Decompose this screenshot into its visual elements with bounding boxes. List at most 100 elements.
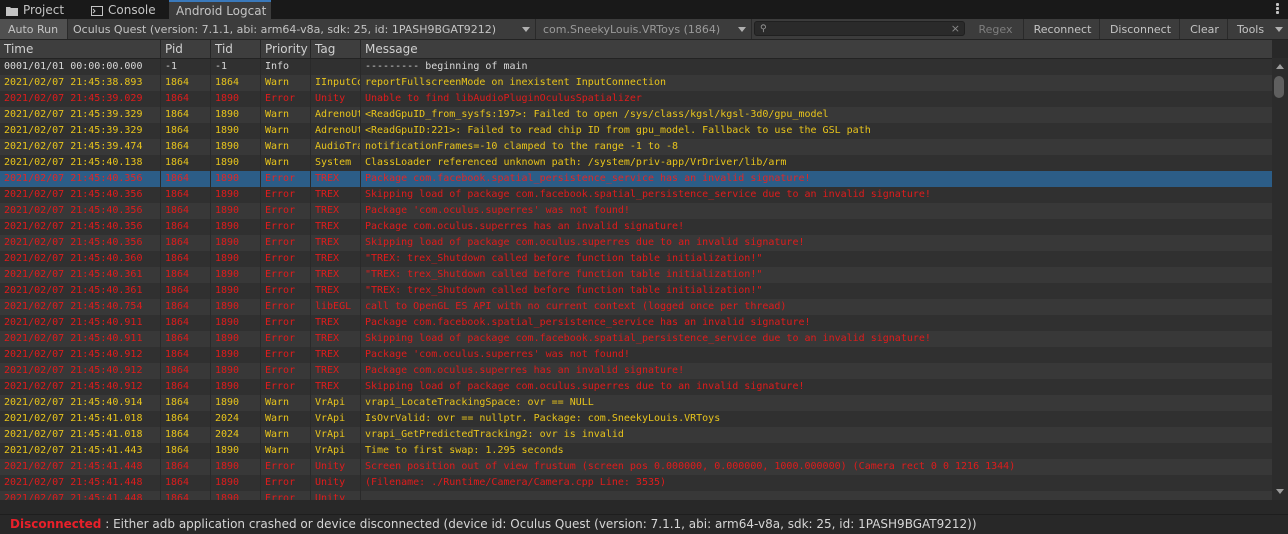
log-cell-time: 2021/02/07 21:45:40.912 [0,379,161,395]
log-row[interactable]: 2021/02/07 21:45:41.443 1864 1890 Warn VrApi… [0,443,1272,459]
scroll-up-icon[interactable] [1276,64,1284,69]
log-cell-pid: 1864 [161,379,211,395]
log-cell-time: 2021/02/07 21:45:40.360 [0,251,161,267]
log-cell-message: reportFullscreenMode on inexistent Input… [365,77,667,88]
log-cell-tid: 1890 [211,299,261,315]
log-cell-tid: 1890 [211,139,261,155]
column-message[interactable]: Message [361,40,1272,58]
log-row[interactable]: 2021/02/07 21:45:38.893 1864 1864 Warn IInpu… [0,75,1272,91]
log-cell-tag: AdrenoUtils [311,123,361,139]
column-pid[interactable]: Pid [161,40,211,58]
log-cell-priority: Info [261,59,311,75]
log-cell-priority: Error [261,251,311,267]
window-menu-icon[interactable] [1272,3,1282,15]
column-priority[interactable]: Priority [261,40,311,58]
log-cell-tid: 2024 [211,411,261,427]
log-cell-priority: Error [261,283,311,299]
log-row[interactable]: 2021/02/07 21:45:40.356 1864 1890 Error TREX… [0,203,1272,219]
log-row[interactable]: 2021/02/07 21:45:39.474 1864 1890 Warn Audio… [0,139,1272,155]
log-row[interactable]: 2021/02/07 21:45:40.138 1864 1890 Warn Syste… [0,155,1272,171]
log-cell-pid: 1864 [161,91,211,107]
log-row[interactable]: 2021/02/07 21:45:40.911 1864 1890 Error TREX… [0,331,1272,347]
log-cell-message: Unable to find libAudioPluginOculusSpati… [365,93,642,104]
search-input[interactable]: ⚲ × [754,21,965,36]
reconnect-button[interactable]: Reconnect [1026,19,1100,39]
log-cell-tid: 1890 [211,107,261,123]
log-row[interactable]: 2021/02/07 21:45:40.911 1864 1890 Error TREX… [0,315,1272,331]
log-cell-time: 2021/02/07 21:45:40.356 [0,235,161,251]
log-row[interactable]: 2021/02/07 21:45:40.356 1864 1890 Error TREX… [0,219,1272,235]
log-cell-tag: TREX [311,283,361,299]
column-tag[interactable]: Tag [311,40,361,58]
log-cell-tid: 1890 [211,91,261,107]
tab-android-logcat[interactable]: Android Logcat [169,0,271,19]
chevron-down-icon [1275,27,1283,32]
log-row[interactable]: 2021/02/07 21:45:40.912 1864 1890 Error TREX… [0,379,1272,395]
log-cell-tid: 1890 [211,235,261,251]
log-row[interactable]: 2021/02/07 21:45:39.329 1864 1890 Warn Adren… [0,107,1272,123]
log-cell-message: Package 'com.oculus.superres' was not fo… [365,349,630,360]
scrollbar-thumb[interactable] [1274,76,1284,98]
device-dropdown-label: Oculus Quest (version: 7.1.1, abi: arm64… [73,22,497,36]
log-row[interactable]: 2021/02/07 21:45:41.448 1864 1890 Error Unit… [0,459,1272,475]
clear-button[interactable]: Clear [1182,19,1228,39]
log-cell-priority: Warn [261,139,311,155]
log-cell-tid: 1890 [211,475,261,491]
log-cell-priority: Error [261,267,311,283]
regex-toggle[interactable]: Regex [968,19,1024,39]
log-cell-tag: AudioTrack [311,139,361,155]
log-row[interactable]: 2021/02/07 21:45:40.356 1864 1890 Error TREX… [0,187,1272,203]
log-row[interactable]: 2021/02/07 21:45:40.914 1864 1890 Warn VrApi… [0,395,1272,411]
log-row[interactable]: 2021/02/07 21:45:40.754 1864 1890 Error libE… [0,299,1272,315]
log-cell-priority: Warn [261,75,311,91]
log-row[interactable]: 2021/02/07 21:45:39.329 1864 1890 Warn Adren… [0,123,1272,139]
log-cell-priority: Error [261,235,311,251]
log-cell-tid: 1890 [211,251,261,267]
clear-search-icon[interactable]: × [951,22,960,35]
log-row[interactable]: 2021/02/07 21:45:41.018 1864 2024 Warn VrApi… [0,427,1272,443]
log-cell-tid: 2024 [211,427,261,443]
log-cell-message: Skipping load of package com.oculus.supe… [365,237,805,248]
log-row[interactable]: 2021/02/07 21:45:41.448 1864 1890 Error Unit… [0,475,1272,491]
log-cell-pid: 1864 [161,155,211,171]
log-cell-priority: Error [261,347,311,363]
log-row[interactable]: 2021/02/07 21:45:40.356 1864 1890 Error TREX… [0,171,1272,187]
vertical-scrollbar[interactable] [1272,58,1288,500]
log-cell-tag: libEGL [311,299,361,315]
log-cell-time: 2021/02/07 21:45:40.356 [0,187,161,203]
tab-console[interactable]: Console [85,1,165,19]
log-cell-tag: IInputConnection [311,75,361,91]
log-cell-time: 2021/02/07 21:45:40.361 [0,267,161,283]
log-cell-message: Time to first swap: 1.295 seconds [365,445,564,456]
log-row[interactable]: 0001/01/01 00:00:00.000 -1 -1 Info ---------… [0,59,1272,75]
tools-dropdown[interactable]: Tools [1230,19,1288,39]
auto-run-toggle[interactable]: Auto Run [0,19,68,39]
log-cell-tag: VrApi [311,443,361,459]
log-cell-tid: 1890 [211,395,261,411]
log-row[interactable]: 2021/02/07 21:45:40.361 1864 1890 Error TREX… [0,267,1272,283]
log-row[interactable]: 2021/02/07 21:45:40.361 1864 1890 Error TREX… [0,283,1272,299]
log-cell-pid: 1864 [161,475,211,491]
log-row[interactable]: 2021/02/07 21:45:39.029 1864 1890 Error Unit… [0,91,1272,107]
log-cell-tid: 1890 [211,315,261,331]
log-cell-message: IsOvrValid: ovr == nullptr. Package: com… [365,413,721,424]
package-dropdown[interactable]: com.SneekyLouis.VRToys (1864) [538,19,752,39]
log-row[interactable]: 2021/02/07 21:45:41.448 1864 1890 Error Unit… [0,491,1272,500]
log-cell-message: Package com.facebook.spatial_persistence… [365,173,811,184]
scroll-down-icon[interactable] [1276,489,1284,494]
column-time[interactable]: Time [0,40,161,58]
log-cell-time: 2021/02/07 21:45:40.356 [0,171,161,187]
tab-project[interactable]: Project [0,1,70,19]
log-row[interactable]: 2021/02/07 21:45:40.912 1864 1890 Error TREX… [0,363,1272,379]
device-dropdown[interactable]: Oculus Quest (version: 7.1.1, abi: arm64… [68,19,536,39]
status-message: : Either adb application crashed or devi… [101,517,977,531]
log-row[interactable]: 2021/02/07 21:45:40.356 1864 1890 Error TREX… [0,235,1272,251]
log-cell-tag: VrApi [311,427,361,443]
log-cell-message [361,491,1272,500]
disconnect-button[interactable]: Disconnect [1102,19,1180,39]
column-tid[interactable]: Tid [211,40,261,58]
log-cell-message: Skipping load of package com.facebook.sp… [365,189,931,200]
log-row[interactable]: 2021/02/07 21:45:40.360 1864 1890 Error TREX… [0,251,1272,267]
log-row[interactable]: 2021/02/07 21:45:40.912 1864 1890 Error TREX… [0,347,1272,363]
log-row[interactable]: 2021/02/07 21:45:41.018 1864 2024 Warn VrApi… [0,411,1272,427]
